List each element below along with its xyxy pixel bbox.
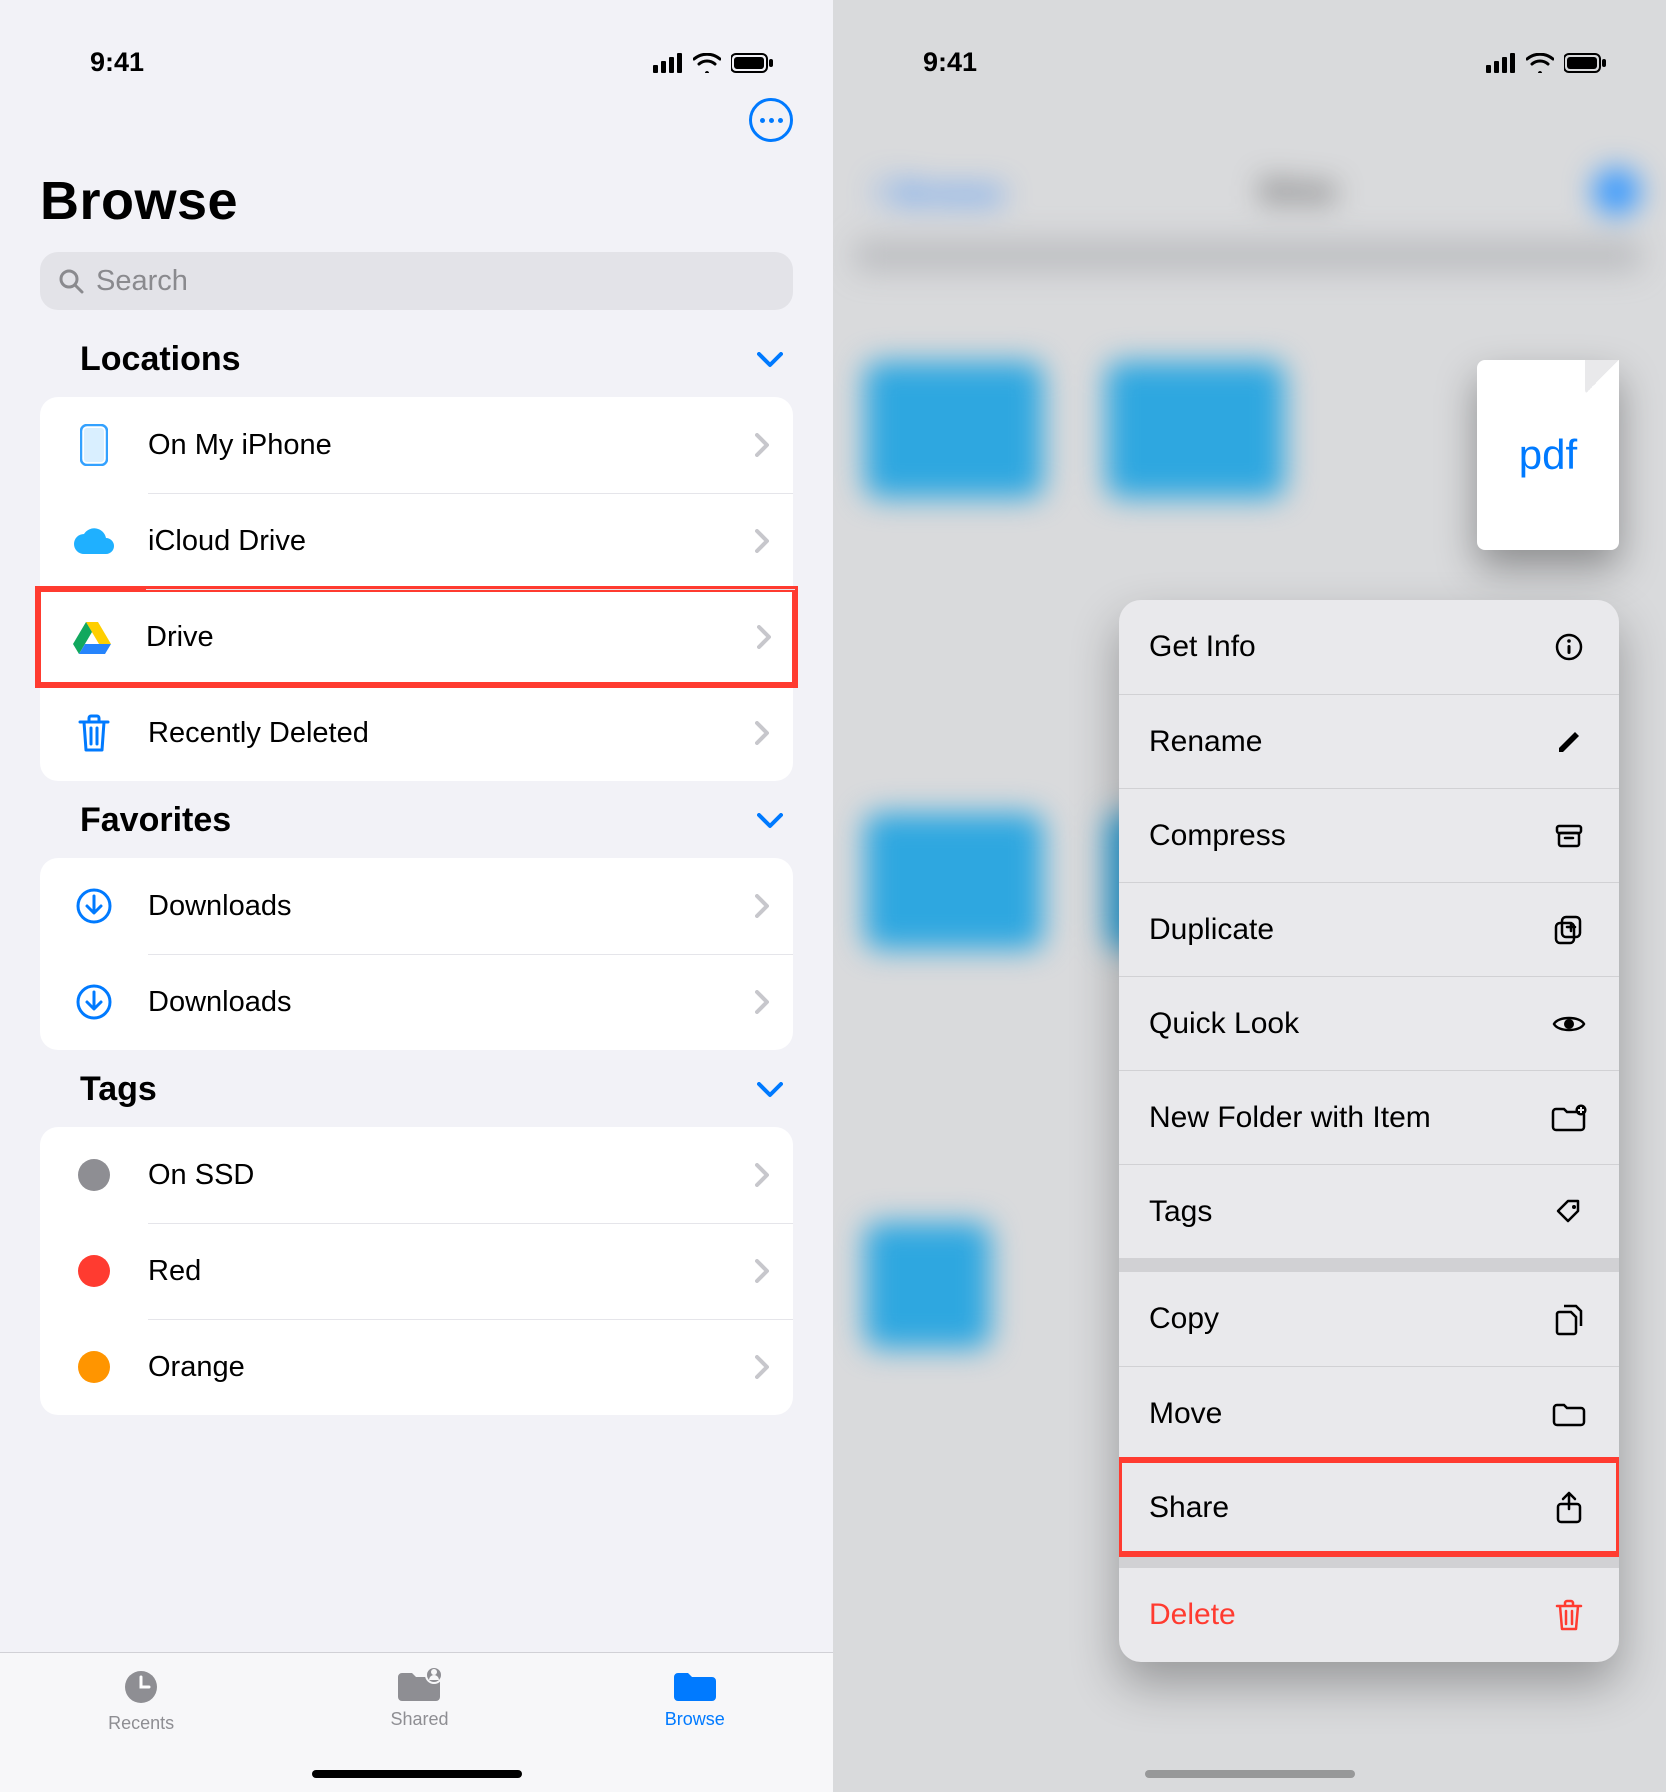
download-icon xyxy=(76,984,112,1020)
tag-on-ssd[interactable]: On SSD xyxy=(40,1127,793,1223)
status-time: 9:41 xyxy=(923,47,977,78)
archive-icon xyxy=(1549,821,1589,851)
chevron-down-icon xyxy=(757,1082,783,1098)
search-input[interactable]: Search xyxy=(40,252,793,310)
favorite-downloads-1[interactable]: Downloads xyxy=(40,858,793,954)
clock-icon xyxy=(121,1667,161,1707)
chevron-right-icon xyxy=(755,529,769,553)
folder-icon xyxy=(672,1667,718,1703)
files-browse-screen: 9:41 xyxy=(0,0,833,1792)
tab-recents[interactable]: Recents xyxy=(108,1667,174,1734)
google-drive-icon xyxy=(73,620,111,654)
menu-tags[interactable]: Tags xyxy=(1119,1164,1619,1258)
chevron-right-icon xyxy=(755,1163,769,1187)
chevron-right-icon xyxy=(755,990,769,1014)
menu-separator xyxy=(1119,1554,1619,1568)
tag-dot-gray-icon xyxy=(78,1159,110,1191)
cellular-icon xyxy=(653,53,683,73)
battery-icon xyxy=(731,53,773,73)
wifi-icon xyxy=(693,53,721,73)
location-google-drive[interactable]: Drive xyxy=(38,589,795,685)
chevron-right-icon xyxy=(755,1259,769,1283)
duplicate-icon xyxy=(1549,914,1589,946)
iphone-icon xyxy=(80,424,108,466)
menu-delete[interactable]: Delete xyxy=(1119,1568,1619,1662)
share-icon xyxy=(1549,1491,1589,1525)
shared-folder-icon xyxy=(396,1667,442,1703)
folder-plus-icon xyxy=(1549,1104,1589,1132)
page-title: Browse xyxy=(0,155,833,252)
section-header-locations[interactable]: Locations xyxy=(0,340,833,397)
menu-compress[interactable]: Compress xyxy=(1119,788,1619,882)
status-icons xyxy=(1486,53,1606,73)
chevron-right-icon xyxy=(755,433,769,457)
favorites-list: Downloads Downloads xyxy=(40,858,793,1050)
status-icons xyxy=(653,53,773,73)
info-icon xyxy=(1549,632,1589,662)
search-icon xyxy=(58,268,84,294)
chevron-right-icon xyxy=(757,625,771,649)
eye-icon xyxy=(1549,1013,1589,1035)
tag-icon xyxy=(1549,1197,1589,1227)
tag-orange[interactable]: Orange xyxy=(40,1319,793,1415)
home-indicator[interactable] xyxy=(312,1770,522,1778)
download-icon xyxy=(76,888,112,924)
cloud-icon xyxy=(72,526,116,556)
tag-red[interactable]: Red xyxy=(40,1223,793,1319)
menu-copy[interactable]: Copy xyxy=(1119,1272,1619,1366)
tab-browse[interactable]: Browse xyxy=(665,1667,725,1730)
search-placeholder: Search xyxy=(96,265,188,298)
location-icloud-drive[interactable]: iCloud Drive xyxy=(40,493,793,589)
status-bar: 9:41 xyxy=(0,0,833,95)
location-recently-deleted[interactable]: Recently Deleted xyxy=(40,685,793,781)
status-bar: 9:41 xyxy=(833,0,1666,95)
location-on-my-iphone[interactable]: On My iPhone xyxy=(40,397,793,493)
pdf-label: pdf xyxy=(1519,431,1577,479)
tags-list: On SSD Red Orange xyxy=(40,1127,793,1415)
menu-separator xyxy=(1119,1258,1619,1272)
pdf-preview[interactable]: pdf xyxy=(1477,360,1619,550)
folder-move-icon xyxy=(1549,1401,1589,1427)
chevron-down-icon xyxy=(757,352,783,368)
menu-rename[interactable]: Rename xyxy=(1119,694,1619,788)
copy-icon xyxy=(1549,1302,1589,1336)
chevron-right-icon xyxy=(755,721,769,745)
menu-new-folder-with-item[interactable]: New Folder with Item xyxy=(1119,1070,1619,1164)
section-header-tags[interactable]: Tags xyxy=(0,1070,833,1127)
section-header-favorites[interactable]: Favorites xyxy=(0,801,833,858)
tab-bar: Recents Shared Browse xyxy=(0,1652,833,1792)
chevron-right-icon xyxy=(755,1355,769,1379)
chevron-down-icon xyxy=(757,813,783,829)
tag-dot-red-icon xyxy=(78,1255,110,1287)
menu-move[interactable]: Move xyxy=(1119,1366,1619,1460)
chevron-right-icon xyxy=(755,894,769,918)
pencil-icon xyxy=(1549,728,1589,756)
wifi-icon xyxy=(1526,53,1554,73)
context-menu: Get Info Rename Compress xyxy=(1119,600,1619,1662)
files-context-menu-screen: 〈 Browse Drive 9:41 xyxy=(833,0,1666,1792)
status-time: 9:41 xyxy=(90,47,144,78)
menu-share[interactable]: Share xyxy=(1119,1460,1619,1554)
trash-icon xyxy=(1549,1599,1589,1631)
menu-duplicate[interactable]: Duplicate xyxy=(1119,882,1619,976)
trash-icon xyxy=(78,714,110,752)
menu-quick-look[interactable]: Quick Look xyxy=(1119,976,1619,1070)
cellular-icon xyxy=(1486,53,1516,73)
home-indicator[interactable] xyxy=(1145,1770,1355,1778)
tag-dot-orange-icon xyxy=(78,1351,110,1383)
battery-icon xyxy=(1564,53,1606,73)
tab-shared[interactable]: Shared xyxy=(390,1667,448,1730)
more-button[interactable] xyxy=(749,98,793,142)
menu-get-info[interactable]: Get Info xyxy=(1119,600,1619,694)
favorite-downloads-2[interactable]: Downloads xyxy=(40,954,793,1050)
locations-list: On My iPhone iCloud Drive xyxy=(40,397,793,781)
